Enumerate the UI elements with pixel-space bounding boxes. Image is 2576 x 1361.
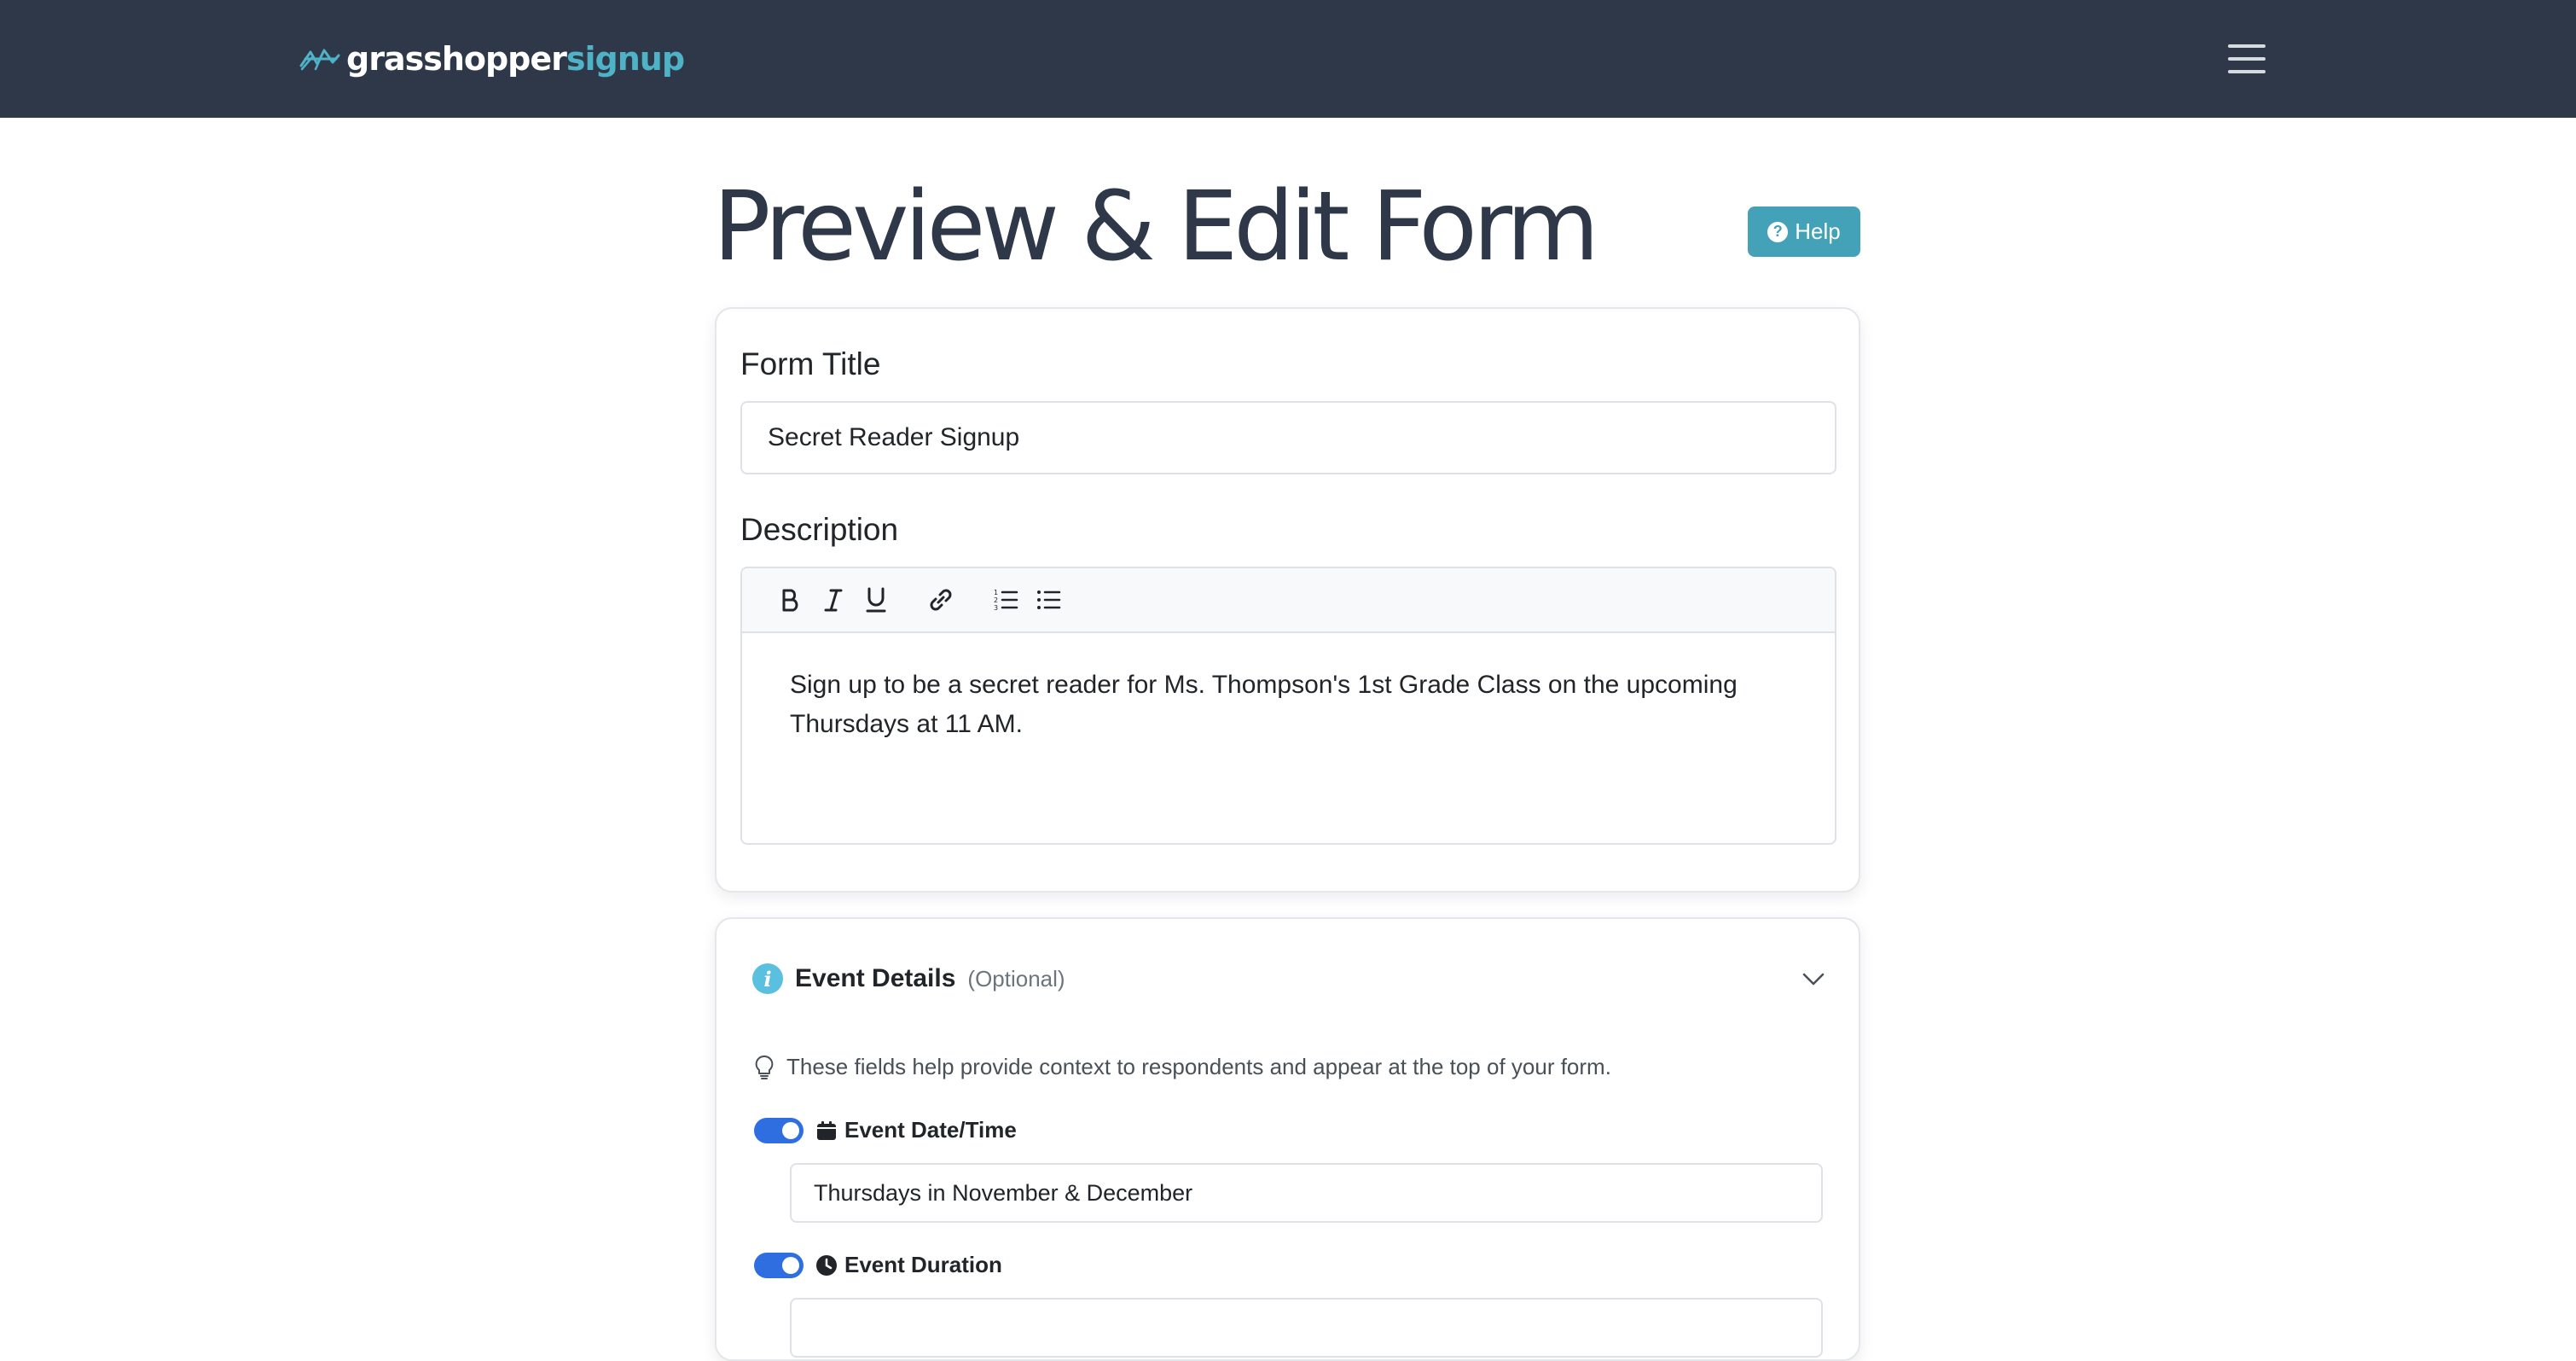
brand-name-accent: signup [566, 40, 685, 78]
description-editor: 123 Sign up to be a secret reader for Ms… [740, 567, 1836, 845]
chevron-down-icon [1802, 973, 1825, 986]
svg-text:3: 3 [994, 604, 998, 612]
event-details-card: i Event Details (Optional) These fields … [715, 917, 1860, 1361]
question-circle-icon: ? [1767, 221, 1789, 242]
event-datetime-input[interactable]: Thursdays in November & December [790, 1163, 1823, 1223]
event-datetime-row: Event Date/Time [754, 1117, 1017, 1143]
clock-icon [816, 1254, 837, 1276]
italic-icon [824, 589, 843, 612]
bullet-list-button[interactable] [1027, 579, 1070, 621]
event-details-optional-label: (Optional) [967, 965, 1065, 992]
event-details-title: Event Details [795, 964, 956, 992]
grasshopper-icon [299, 49, 340, 71]
calendar-icon [817, 1120, 836, 1140]
italic-button[interactable] [812, 579, 855, 621]
hamburger-icon [2228, 44, 2266, 48]
form-title-input[interactable]: Secret Reader Signup [740, 401, 1836, 474]
hint-text: These fields help provide context to res… [786, 1054, 1611, 1079]
underline-button[interactable] [855, 579, 897, 621]
info-icon: i [752, 963, 783, 994]
event-duration-row: Event Duration [754, 1252, 1002, 1278]
event-details-toggle[interactable]: i Event Details (Optional) [752, 962, 1827, 996]
event-datetime-value: Thursdays in November & December [814, 1179, 1193, 1206]
help-button[interactable]: ? Help [1748, 206, 1860, 257]
bullet-list-icon [1037, 590, 1061, 609]
event-duration-input[interactable] [790, 1298, 1823, 1358]
form-card: Form Title Secret Reader Signup Descript… [715, 307, 1860, 893]
svg-text:2: 2 [994, 596, 998, 604]
ordered-list-icon: 123 [994, 589, 1018, 612]
description-text-area[interactable]: Sign up to be a secret reader for Ms. Th… [742, 633, 1835, 776]
event-details-hint: These fields help provide context to res… [754, 1054, 1611, 1080]
underline-icon [866, 587, 886, 613]
event-datetime-label: Event Date/Time [844, 1117, 1017, 1143]
form-title-label: Form Title [740, 346, 881, 381]
lightbulb-icon [755, 1055, 774, 1079]
page-title: Preview & Edit Form [713, 172, 1599, 282]
bold-icon [782, 589, 798, 612]
ordered-list-button[interactable]: 123 [984, 579, 1027, 621]
link-button[interactable] [920, 579, 962, 621]
editor-toolbar: 123 [742, 568, 1835, 633]
form-title-value: Secret Reader Signup [768, 423, 1020, 451]
event-duration-toggle[interactable] [754, 1252, 804, 1278]
svg-text:1: 1 [994, 589, 998, 596]
description-label: Description [740, 512, 899, 547]
event-duration-label: Event Duration [844, 1252, 1002, 1277]
event-datetime-toggle[interactable] [754, 1117, 804, 1143]
brand-name-main: grasshopper [346, 40, 567, 78]
hamburger-menu-button[interactable] [2225, 39, 2269, 79]
help-button-label: Help [1795, 218, 1841, 244]
bold-button[interactable] [769, 579, 812, 621]
brand-logo[interactable]: grasshoppersignup [299, 36, 685, 82]
top-navbar: grasshoppersignup [0, 0, 2576, 118]
link-icon [930, 589, 952, 611]
